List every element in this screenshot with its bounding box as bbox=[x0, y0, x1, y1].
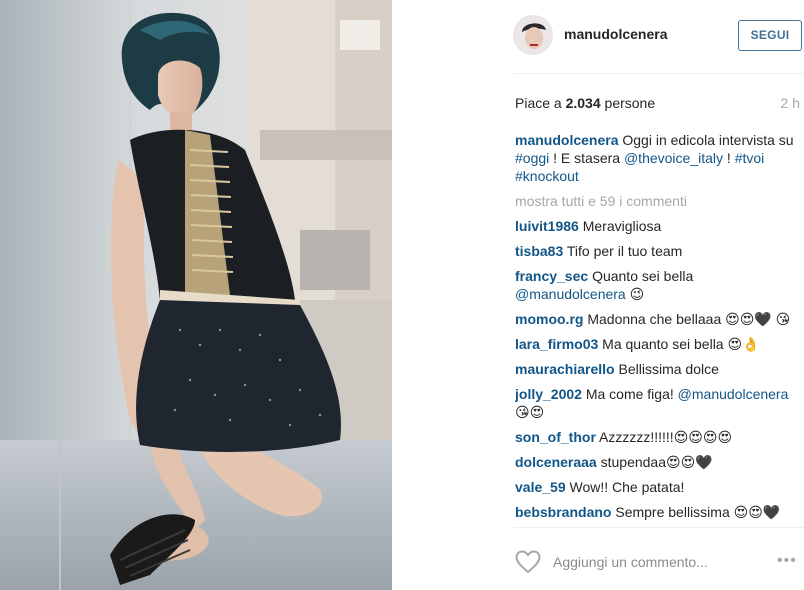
comment-username[interactable]: son_of_thor bbox=[515, 429, 596, 445]
comment-username[interactable]: dolceneraaa bbox=[515, 454, 597, 470]
post-author-username[interactable]: manudolcenera bbox=[564, 26, 667, 42]
likes-prefix: Piace a bbox=[515, 95, 562, 111]
caption-text: ! E stasera bbox=[553, 150, 621, 166]
comment: dolceneraaa stupendaa😍😍🖤 bbox=[515, 453, 800, 471]
comment: momoo.rg Madonna che bellaaa 😍😍🖤 😘 bbox=[515, 310, 800, 328]
comment: maurachiarello Bellissima dolce bbox=[515, 360, 800, 378]
caption-text: Oggi in edicola intervista su bbox=[622, 132, 794, 148]
comment-text: stupendaa😍😍🖤 bbox=[600, 454, 713, 470]
comment-username[interactable]: lara_firmo03 bbox=[515, 336, 598, 352]
comment: son_of_thor Azzzzzz!!!!!!😍😍😍😍 bbox=[515, 428, 800, 446]
comment-text: Quanto sei bella bbox=[592, 268, 694, 284]
caption-username[interactable]: manudolcenera bbox=[515, 132, 618, 148]
comment-emoji: 😘😍 bbox=[515, 404, 545, 420]
post-timestamp[interactable]: 2 h bbox=[781, 95, 800, 111]
comment-username[interactable]: tisba83 bbox=[515, 243, 563, 259]
comment-text: Ma quanto sei bella 😍👌 bbox=[602, 336, 760, 352]
comment: francy_sec Quanto sei bella @manudolcene… bbox=[515, 267, 800, 303]
avatar[interactable] bbox=[513, 15, 553, 55]
comment: vale_59 Wow!! Che patata! bbox=[515, 478, 800, 496]
comment-text: Ma come figa! bbox=[585, 386, 674, 402]
comment-username[interactable]: francy_sec bbox=[515, 268, 588, 284]
likes-number: 2.034 bbox=[565, 95, 601, 111]
header-divider bbox=[513, 73, 804, 74]
caption-text: ! bbox=[726, 150, 731, 166]
comment-username[interactable]: maurachiarello bbox=[515, 361, 615, 377]
caption-hashtag[interactable]: #oggi bbox=[515, 150, 549, 166]
caption-mention[interactable]: @thevoice_italy bbox=[624, 150, 723, 166]
likes-suffix: persone bbox=[604, 95, 656, 111]
comment-text: Bellissima dolce bbox=[618, 361, 719, 377]
avatar-image bbox=[514, 16, 552, 54]
post-photo[interactable] bbox=[0, 0, 392, 590]
comment-username[interactable]: bebsbrandano bbox=[515, 504, 611, 520]
ellipsis-icon[interactable]: ••• bbox=[777, 553, 801, 569]
comment-text: Azzzzzz!!!!!!😍😍😍😍 bbox=[599, 429, 733, 445]
follow-button[interactable]: SEGUI bbox=[738, 20, 802, 51]
add-comment-input[interactable] bbox=[553, 552, 773, 572]
post-caption: manudolcenera Oggi in edicola intervista… bbox=[515, 131, 800, 185]
comment-mention[interactable]: @manudolcenera bbox=[678, 386, 789, 402]
comment: tisba83 Tifo per il tuo team bbox=[515, 242, 800, 260]
post-side-panel: manudolcenera SEGUI Piace a 2.034 person… bbox=[392, 0, 804, 590]
photo-illustration bbox=[0, 0, 392, 590]
comment: luivit1986 Meravigliosa bbox=[515, 217, 800, 235]
comment-text: Meravigliosa bbox=[582, 218, 662, 234]
post-header: manudolcenera SEGUI bbox=[392, 0, 804, 72]
comment: bebsbrandano Sempre bellissima 😍😍🖤 bbox=[515, 503, 800, 521]
comment: jolly_2002 Ma come figa! @manudolcenera … bbox=[515, 385, 800, 421]
comment-username[interactable]: momoo.rg bbox=[515, 311, 583, 327]
heart-outline-icon[interactable] bbox=[515, 550, 541, 574]
comment-text: Sempre bellissima 😍😍🖤 bbox=[615, 504, 781, 520]
comment: lara_firmo03 Ma quanto sei bella 😍👌 bbox=[515, 335, 800, 353]
comment-mention[interactable]: @manudolcenera bbox=[515, 286, 626, 302]
comments-list[interactable]: manudolcenera Oggi in edicola intervista… bbox=[515, 131, 800, 527]
likes-row: Piace a 2.034 persone 2 h bbox=[515, 95, 804, 113]
comment-text: Madonna che bellaaa 😍😍🖤 😘 bbox=[587, 311, 791, 327]
likes-count[interactable]: Piace a 2.034 persone bbox=[515, 95, 655, 111]
comment-username[interactable]: vale_59 bbox=[515, 479, 566, 495]
comment-bar: ••• bbox=[513, 527, 804, 590]
caption-hashtag[interactable]: #knockout bbox=[515, 168, 579, 184]
comment-username[interactable]: jolly_2002 bbox=[515, 386, 582, 402]
comment-text: Wow!! Che patata! bbox=[569, 479, 685, 495]
comment-emoji: 😉 bbox=[629, 286, 645, 302]
caption-hashtag[interactable]: #tvoi bbox=[735, 150, 765, 166]
comment-text: Tifo per il tuo team bbox=[566, 243, 683, 259]
show-all-comments-link[interactable]: mostra tutti e 59 i commenti bbox=[515, 192, 800, 210]
comment-username[interactable]: luivit1986 bbox=[515, 218, 579, 234]
